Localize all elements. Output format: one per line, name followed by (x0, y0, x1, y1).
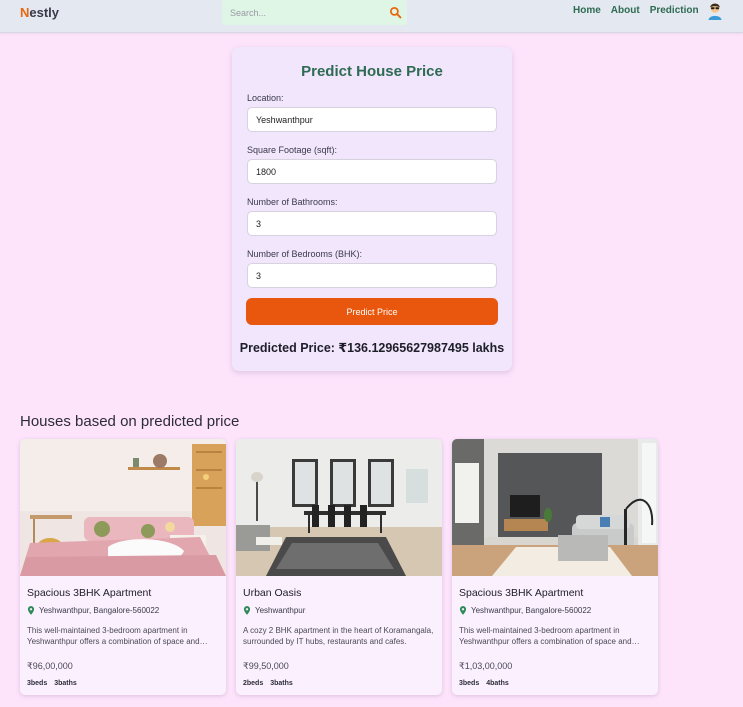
bathrooms-label: Number of Bathrooms: (247, 197, 338, 207)
predict-form-title: Predict House Price (301, 63, 443, 80)
search-box (222, 0, 407, 25)
house-specs: 3beds 3baths (27, 680, 84, 687)
navbar: Nestly Home About Prediction (0, 0, 743, 33)
house-image[interactable] (20, 439, 226, 576)
sqft-label: Square Footage (sqft): (247, 145, 338, 155)
brand-initial: N (20, 5, 30, 20)
house-baths: 4baths (486, 680, 509, 687)
house-image[interactable] (452, 439, 658, 576)
location-pin-icon (243, 606, 251, 615)
house-beds: 3beds (459, 680, 480, 687)
house-card[interactable]: Spacious 3BHK Apartment Yeshwanthpur, Ba… (452, 439, 658, 695)
bedrooms-label: Number of Bedrooms (BHK): (247, 249, 363, 259)
house-name: Spacious 3BHK Apartment (27, 587, 152, 599)
predicted-price-result: Predicted Price: ₹136.12965627987495 lak… (239, 341, 505, 355)
house-location: Yeshwanthpur (243, 606, 305, 615)
location-pin-icon (459, 606, 467, 615)
house-name: Spacious 3BHK Apartment (459, 587, 584, 599)
nav-link-prediction[interactable]: Prediction (650, 5, 699, 16)
nav-link-home[interactable]: Home (573, 5, 601, 16)
house-description: This well-maintained 3-bedroom apartment… (459, 626, 632, 646)
location-label: Location: (247, 93, 284, 103)
house-price: ₹1,03,00,000 (459, 661, 513, 671)
house-name: Urban Oasis (243, 587, 302, 599)
house-location-text: Yeshwanthpur, Bangalore-560022 (471, 606, 592, 615)
house-location: Yeshwanthpur, Bangalore-560022 (27, 606, 159, 615)
bedrooms-input[interactable] (247, 263, 497, 288)
brand-name: estly (29, 5, 60, 20)
house-price: ₹99,50,000 (243, 661, 289, 671)
house-baths: 3baths (270, 680, 293, 687)
house-beds: 3beds (27, 680, 48, 687)
house-description: A cozy 2 BHK apartment in the heart of K… (243, 626, 434, 646)
section-title: Houses based on predicted price (20, 413, 240, 430)
house-price: ₹96,00,000 (27, 661, 73, 671)
search-icon[interactable] (389, 6, 402, 19)
house-baths: 3baths (54, 680, 77, 687)
predict-price-button[interactable]: Predict Price (246, 298, 498, 325)
search-input[interactable] (222, 0, 382, 25)
bathrooms-input[interactable] (247, 211, 497, 236)
house-card[interactable]: Urban Oasis Yeshwanthpur A cozy 2 BHK ap… (236, 439, 442, 695)
nav-link-about[interactable]: About (611, 5, 640, 16)
predict-form-card: Predict House Price Location: Square Foo… (232, 47, 512, 371)
house-location-text: Yeshwanthpur, Bangalore-560022 (39, 606, 160, 615)
house-description: This well-maintained 3-bedroom apartment… (27, 626, 200, 646)
sqft-input[interactable] (247, 159, 497, 184)
house-card[interactable]: Spacious 3BHK Apartment Yeshwanthpur, Ba… (20, 439, 226, 695)
user-avatar-icon[interactable] (705, 0, 725, 20)
brand-logo[interactable]: Nestly (20, 5, 59, 20)
location-input[interactable] (247, 107, 497, 132)
nav-links: Home About Prediction (573, 3, 699, 17)
location-pin-icon (27, 606, 35, 615)
house-specs: 2beds 3baths (243, 680, 300, 687)
house-location: Yeshwanthpur, Bangalore-560022 (459, 606, 591, 615)
house-specs: 3beds 4baths (459, 680, 516, 687)
house-image[interactable] (236, 439, 442, 576)
house-location-text: Yeshwanthpur (255, 606, 306, 615)
house-beds: 2beds (243, 680, 264, 687)
